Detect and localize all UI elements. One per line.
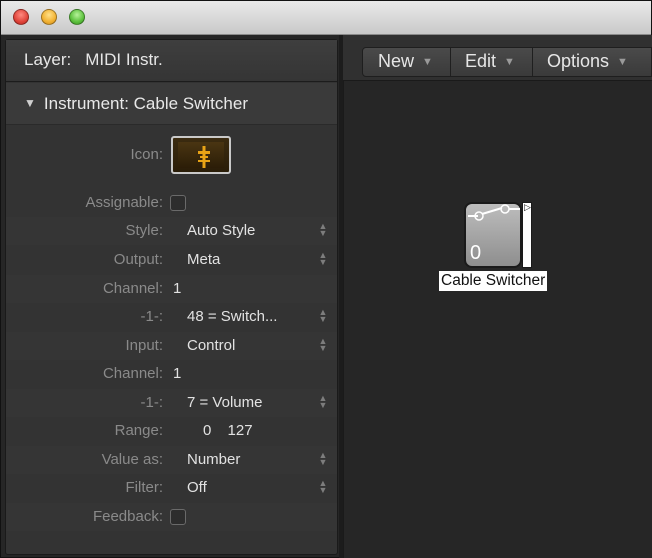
close-window-button[interactable] — [13, 9, 29, 25]
style-stepper-icon[interactable]: ▲ ▼ — [318, 222, 328, 238]
channel-in-row[interactable]: Channel: 1 — [6, 360, 337, 388]
range-max-value[interactable]: 127 — [228, 422, 253, 439]
feedback-label: Feedback: — [92, 508, 163, 525]
value-as-stepper-icon[interactable]: ▲ ▼ — [318, 451, 328, 467]
cable-switcher-object[interactable]: 0 — [464, 202, 522, 268]
icon-picker-button[interactable] — [171, 136, 231, 174]
range-values: 0 127 — [203, 422, 253, 439]
in-param-row[interactable]: -1-: 7 = Volume ▲ ▼ — [6, 389, 337, 417]
new-menu-label: New — [378, 51, 415, 71]
filter-row[interactable]: Filter: Off ▲ ▼ — [6, 474, 337, 502]
switch-cable-icon — [468, 204, 520, 221]
layer-selector[interactable]: Layer: MIDI Instr. — [6, 40, 337, 82]
in-param-label: -1-: — [140, 394, 164, 411]
assignable-checkbox[interactable] — [170, 195, 186, 211]
options-menu-button[interactable]: Options ▼ — [533, 48, 651, 76]
feedback-checkbox[interactable] — [170, 509, 186, 525]
in-param-stepper-icon[interactable]: ▲ ▼ — [318, 394, 328, 410]
out-param-row[interactable]: -1-: 48 = Switch... ▲ ▼ — [6, 303, 337, 331]
style-row[interactable]: Style: Auto Style ▲ ▼ — [6, 217, 337, 245]
input-label: Input: — [125, 337, 163, 354]
title-bar — [1, 1, 651, 35]
assignable-label: Assignable: — [85, 194, 163, 211]
icon-label: Icon: — [130, 146, 163, 163]
switch-position-value: 0 — [470, 242, 482, 264]
object-name-label[interactable]: Cable Switcher — [439, 271, 548, 291]
edit-menu-label: Edit — [465, 51, 497, 71]
environment-canvas[interactable] — [343, 81, 652, 558]
value-as-label: Value as: — [101, 451, 163, 468]
icon-picker-well — [178, 142, 224, 168]
environment-window: Layer: MIDI Instr. ▼ Instrument: Cable Swi… — [0, 0, 652, 558]
channel-out-value[interactable]: 1 — [173, 280, 181, 297]
value-as-row[interactable]: Value as: Number ▲ ▼ — [6, 446, 337, 474]
input-value[interactable]: Control — [187, 337, 235, 354]
filter-label: Filter: — [125, 479, 164, 496]
channel-out-row[interactable]: Channel: 1 — [6, 275, 337, 303]
channel-in-label: Channel: — [102, 365, 163, 382]
out-param-stepper-icon[interactable]: ▲ ▼ — [318, 308, 328, 324]
cable-switcher-icon — [198, 146, 210, 168]
chevron-down-icon: ▼ — [504, 56, 515, 68]
new-menu-button[interactable]: New ▼ — [363, 48, 451, 76]
out-param-value[interactable]: 48 = Switch... — [187, 308, 277, 325]
out-param-label: -1-: — [140, 308, 164, 325]
channel-in-value[interactable]: 1 — [173, 365, 181, 382]
output-port-icon[interactable]: ▷ — [524, 202, 531, 213]
in-param-value[interactable]: 7 = Volume — [187, 394, 262, 411]
output-stepper-icon[interactable]: ▲ ▼ — [318, 251, 328, 267]
filter-value[interactable]: Off — [187, 479, 207, 496]
filter-stepper-icon[interactable]: ▲ ▼ — [318, 479, 328, 495]
options-menu-label: Options — [547, 51, 610, 71]
channel-out-label: Channel: — [102, 280, 163, 297]
style-value[interactable]: Auto Style — [187, 222, 255, 239]
range-row: Range: 0 127 — [6, 417, 337, 445]
range-min-value[interactable]: 0 — [203, 422, 211, 439]
output-label: Output: — [113, 251, 163, 268]
environment-toolbar: New ▼ Edit ▼ Options ▼ — [362, 47, 652, 77]
minimize-window-button[interactable] — [41, 9, 57, 25]
output-row[interactable]: Output: Meta ▲ ▼ — [6, 246, 337, 274]
instrument-section-header[interactable]: ▼ Instrument: Cable Switcher — [6, 83, 337, 125]
style-label: Style: — [125, 222, 163, 239]
inspector-panel: Layer: MIDI Instr. ▼ Instrument: Cable Swi… — [5, 39, 338, 555]
layer-label: Layer: — [24, 50, 72, 69]
chevron-down-icon: ▼ — [617, 56, 628, 68]
input-stepper-icon[interactable]: ▲ ▼ — [318, 337, 328, 353]
zoom-window-button[interactable] — [69, 9, 85, 25]
edit-menu-button[interactable]: Edit ▼ — [451, 48, 533, 76]
chevron-down-icon: ▼ — [422, 56, 433, 68]
layer-value: MIDI Instr. — [85, 50, 163, 69]
disclosure-triangle-icon[interactable]: ▼ — [24, 96, 36, 110]
output-value[interactable]: Meta — [187, 251, 220, 268]
range-label: Range: — [114, 422, 163, 439]
assignable-row: Assignable: — [6, 189, 337, 217]
value-as-value[interactable]: Number — [187, 451, 240, 468]
feedback-row: Feedback: — [6, 503, 337, 531]
input-row[interactable]: Input: Control ▲ ▼ — [6, 332, 337, 360]
section-title: Instrument: Cable Switcher — [43, 94, 248, 113]
